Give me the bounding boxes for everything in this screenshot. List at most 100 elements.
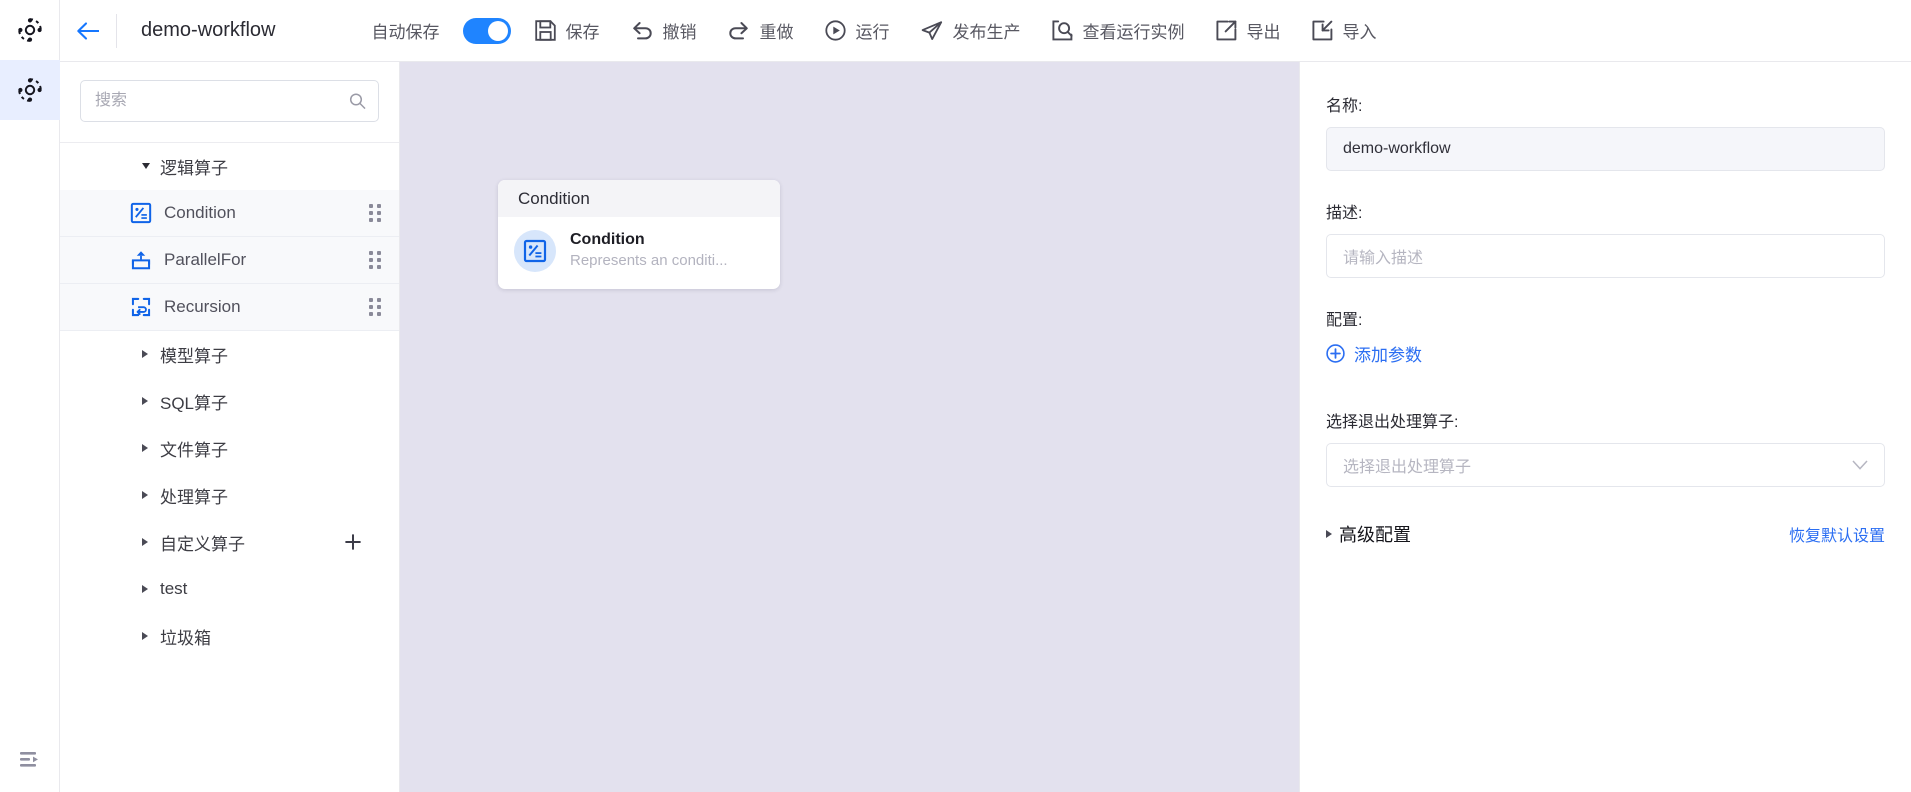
chevron-right-icon (142, 491, 148, 499)
node-text-block: Condition Represents an conditi... (570, 230, 728, 272)
advanced-row: 高级配置 恢复默认设置 (1326, 521, 1885, 547)
chevron-right-icon (142, 444, 148, 452)
toolbar-button-label: 运行 (855, 23, 890, 42)
field-description: 描述: 请输入描述 (1326, 199, 1885, 278)
export-icon (1216, 20, 1237, 41)
save-icon (535, 20, 557, 41)
toolbar-button-label: 发布生产 (952, 23, 1021, 42)
canvas-surface[interactable]: Condition Condition Represents an condit… (400, 62, 1299, 792)
sidebar-group-trash[interactable]: 垃圾箱 (60, 613, 399, 660)
field-exit-operator: 选择退出处理算子: 选择退出处理算子 (1326, 408, 1885, 487)
add-parameter-label: 添加参数 (1354, 346, 1422, 365)
sidebar-group-label: 自定义算子 (160, 534, 245, 554)
add-parameter-button[interactable]: 添加参数 (1326, 341, 1422, 366)
autosave-toggle-knob (488, 20, 509, 41)
sidebar-group-label: 垃圾箱 (160, 628, 211, 648)
toolbar-button-import[interactable]: 导入 (1296, 0, 1392, 62)
node-body: Condition Represents an conditi... (498, 217, 780, 289)
operator-item-label: ParallelFor (164, 250, 247, 269)
toolbar-button-label: 重做 (759, 23, 794, 42)
condition-icon (130, 202, 152, 224)
settings-icon (17, 77, 43, 103)
toolbar-button-label: 保存 (565, 23, 600, 42)
send-icon (921, 20, 943, 41)
rail-item-settings[interactable] (0, 60, 60, 120)
toolbar-button-save[interactable]: 保存 (519, 0, 615, 62)
undo-icon (631, 20, 653, 41)
chevron-right-icon (142, 350, 148, 358)
autosave-control: 自动保存 (371, 17, 519, 44)
operator-item-condition[interactable]: Condition (60, 190, 399, 237)
chevron-right-icon (1326, 530, 1332, 538)
name-input[interactable]: demo-workflow (1326, 127, 1885, 171)
exit-operator-placeholder: 选择退出处理算子 (1343, 459, 1472, 476)
toolbar-button-undo[interactable]: 撤销 (615, 0, 712, 62)
drag-handle-icon[interactable] (369, 251, 381, 269)
autosave-label: 自动保存 (371, 23, 440, 42)
toolbar-button-redo[interactable]: 重做 (712, 0, 809, 62)
exit-operator-label: 选择退出处理算子: (1326, 414, 1459, 431)
top-toolbar: demo-workflow 自动保存 保存 撤销 重做 运行 发布生产 查看运行实例 导出 导… (60, 0, 1911, 62)
chevron-right-icon (142, 538, 148, 546)
sidebar-group-process[interactable]: 处理算子 (60, 472, 399, 519)
rail-item-logo[interactable] (0, 0, 60, 60)
node-avatar (514, 230, 556, 272)
sidebar-group-label: 处理算子 (160, 487, 228, 507)
description-label: 描述: (1326, 205, 1363, 222)
node-title: Condition (570, 231, 645, 248)
search-input[interactable] (81, 81, 378, 121)
properties-body: 名称: demo-workflow 描述: 请输入描述 配置: 添加参数 选择退… (1300, 62, 1911, 547)
parallelfor-icon (130, 249, 152, 271)
toolbar-button-label: 导出 (1246, 23, 1281, 42)
toolbar-button-label: 导入 (1342, 23, 1377, 42)
toolbar-button-label: 撤销 (662, 23, 697, 42)
advanced-config-toggle[interactable]: 高级配置 (1326, 521, 1411, 547)
add-custom-operator-button[interactable] (343, 532, 363, 552)
sidebar-group-custom[interactable]: 自定义算子 (60, 519, 399, 566)
workflow-node-condition[interactable]: Condition Condition Represents an condit… (498, 180, 780, 289)
autosave-toggle[interactable] (463, 17, 512, 44)
sidebar-group-file[interactable]: 文件算子 (60, 425, 399, 472)
operator-item-recursion[interactable]: Recursion (60, 284, 399, 331)
exit-operator-select[interactable]: 选择退出处理算子 (1326, 443, 1885, 487)
operator-item-parallelfor[interactable]: ParallelFor (60, 237, 399, 284)
canvas-area: demo-workflow Condition (400, 0, 1299, 792)
toolbar-button-export[interactable]: 导出 (1200, 0, 1296, 62)
toolbar-button-publish[interactable]: 发布生产 (905, 0, 1036, 62)
drag-handle-icon[interactable] (369, 204, 381, 222)
rail-collapse-button[interactable] (0, 728, 60, 792)
logo-icon (17, 17, 43, 43)
search-box[interactable] (80, 80, 379, 122)
toolbar-button-run[interactable]: 运行 (809, 0, 905, 62)
inspect-icon (1052, 20, 1074, 41)
description-placeholder: 请输入描述 (1343, 250, 1424, 267)
drag-handle-icon[interactable] (369, 298, 381, 316)
name-label: 名称: (1326, 98, 1363, 115)
collapse-panel-icon (19, 750, 41, 770)
reset-defaults-link[interactable]: 恢复默认设置 (1789, 522, 1885, 546)
toolbar-actions: 自动保存 保存 撤销 重做 运行 发布生产 查看运行实例 导出 导入 (371, 0, 1392, 62)
play-circle-icon (825, 20, 847, 41)
toolbar-button-view-instances[interactable]: 查看运行实例 (1036, 0, 1200, 62)
workflow-title: demo-workflow (141, 19, 276, 41)
field-name: 名称: demo-workflow (1326, 92, 1885, 171)
description-input[interactable]: 请输入描述 (1326, 234, 1885, 278)
node-header: Condition (498, 180, 780, 217)
sidebar-group-test[interactable]: test (60, 566, 399, 613)
app-root: 逻辑算子 Condition ParallelFor Recursion 模型算子 SQL… (0, 0, 1911, 792)
chevron-right-icon (142, 397, 148, 405)
node-description: Represents an conditi... (570, 252, 728, 269)
properties-panel: demo-workflow 名称: demo-workflow 描述: (1299, 0, 1911, 792)
config-label: 配置: (1326, 312, 1363, 329)
search-icon (349, 93, 366, 110)
sidebar-group-label: test (160, 579, 188, 598)
sidebar-group-model[interactable]: 模型算子 (60, 331, 399, 378)
sidebar-group-logic[interactable]: 逻辑算子 (60, 143, 399, 190)
operator-item-label: Recursion (164, 297, 241, 316)
sidebar-group-sql[interactable]: SQL算子 (60, 378, 399, 425)
import-icon (1312, 20, 1333, 41)
back-button[interactable] (60, 0, 116, 62)
operator-tree: 逻辑算子 Condition ParallelFor Recursion 模型算子 SQL… (60, 142, 399, 660)
chevron-down-icon (1852, 460, 1868, 470)
operator-item-label: Condition (164, 203, 236, 222)
